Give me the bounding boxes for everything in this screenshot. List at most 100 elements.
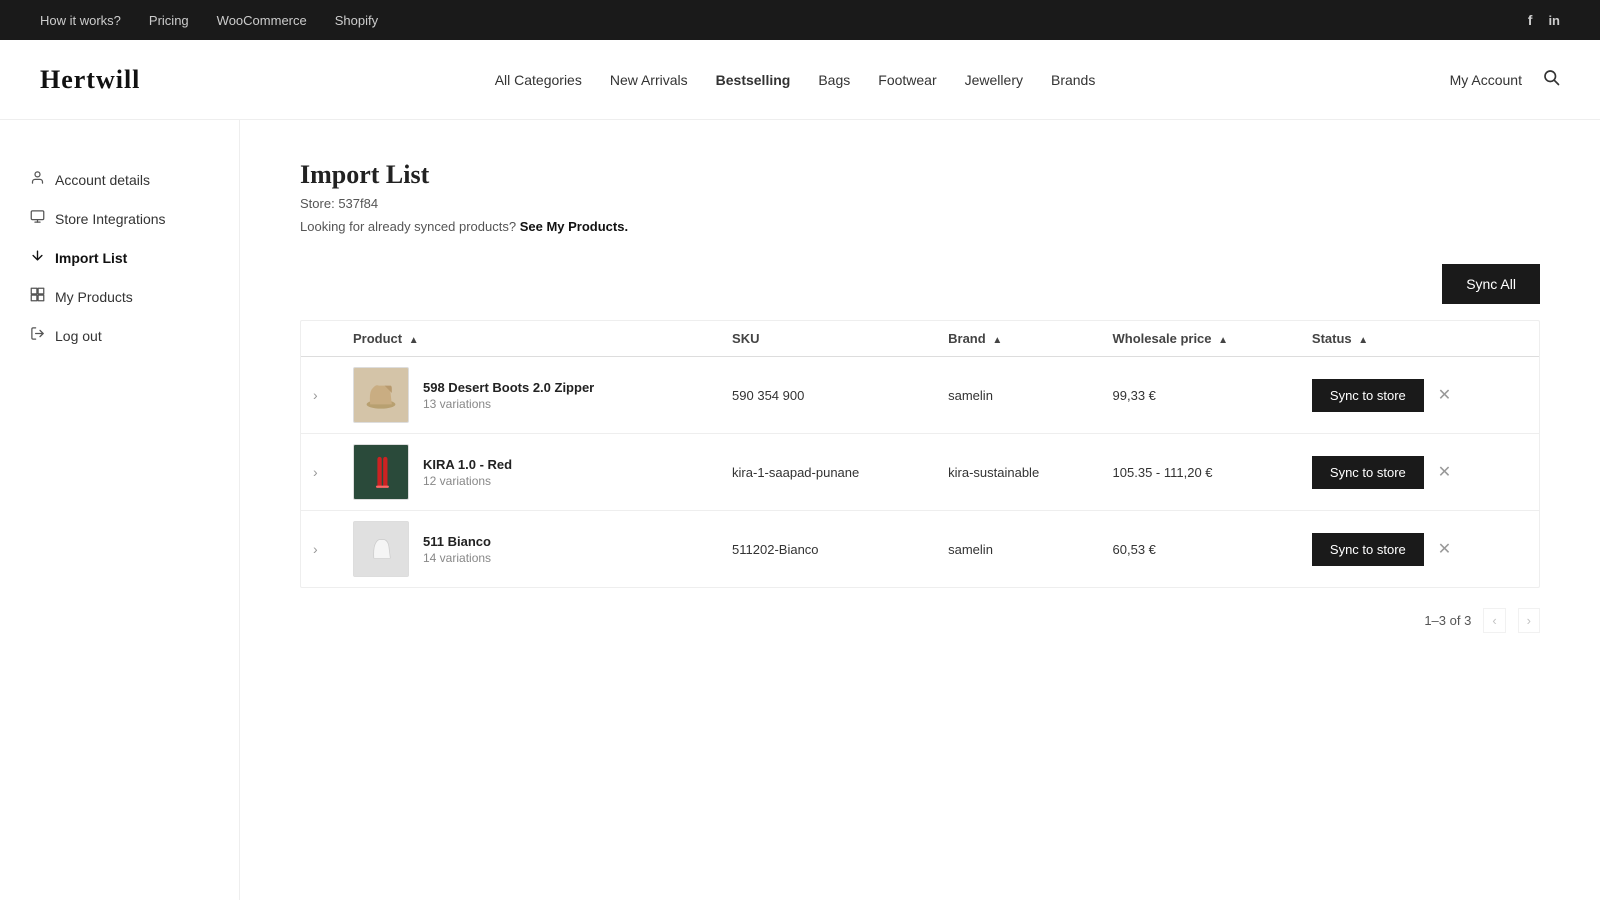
- store-info: Store: 537f84: [300, 196, 1540, 211]
- sync-to-store-button[interactable]: Sync to store: [1312, 456, 1424, 489]
- expand-icon[interactable]: ›: [313, 387, 326, 403]
- table-header: Product ▲ SKU Brand ▲ Wholesale price: [301, 321, 1539, 357]
- pagination-next[interactable]: ›: [1518, 608, 1540, 633]
- topbar-link-how[interactable]: How it works?: [40, 13, 121, 28]
- row-product-cell: KIRA 1.0 - Red 12 variations: [341, 434, 720, 511]
- product-table-wrapper: Product ▲ SKU Brand ▲ Wholesale price: [300, 320, 1540, 588]
- row-sku-cell: 590 354 900: [720, 357, 936, 434]
- col-sku: SKU: [720, 321, 936, 357]
- row-actions-cell: Sync to store ✕: [1300, 434, 1539, 511]
- import-icon: [30, 248, 45, 267]
- remove-row-button[interactable]: ✕: [1434, 462, 1455, 482]
- top-actions: Sync All: [300, 264, 1540, 304]
- topbar-links: How it works? Pricing WooCommerce Shopif…: [40, 13, 378, 28]
- nav-bestselling[interactable]: Bestselling: [716, 72, 791, 88]
- pagination-prev[interactable]: ‹: [1483, 608, 1505, 633]
- row-product-cell: 598 Desert Boots 2.0 Zipper 13 variation…: [341, 357, 720, 434]
- sidebar-label-import: Import List: [55, 250, 127, 266]
- sort-product-icon: ▲: [409, 335, 419, 346]
- product-info: 598 Desert Boots 2.0 Zipper 13 variation…: [423, 380, 594, 411]
- sidebar-item-account[interactable]: Account details: [30, 160, 209, 199]
- expand-icon[interactable]: ›: [313, 541, 326, 557]
- row-sku-cell: kira-1-saapad-punane: [720, 434, 936, 511]
- page-title: Import List: [300, 160, 1540, 190]
- sidebar-item-import[interactable]: Import List: [30, 238, 209, 277]
- sort-brand-icon: ▲: [992, 335, 1002, 346]
- row-expand-cell: ›: [301, 434, 341, 511]
- table-row: › 511 Bianco 14 variations 511202-Bianco…: [301, 511, 1539, 588]
- product-name: 598 Desert Boots 2.0 Zipper: [423, 380, 594, 395]
- sidebar-item-integrations[interactable]: Store Integrations: [30, 199, 209, 238]
- facebook-icon[interactable]: f: [1528, 12, 1533, 28]
- product-table: Product ▲ SKU Brand ▲ Wholesale price: [301, 321, 1539, 587]
- product-variations: 14 variations: [423, 551, 491, 565]
- sync-to-store-button[interactable]: Sync to store: [1312, 533, 1424, 566]
- col-price[interactable]: Wholesale price ▲: [1101, 321, 1300, 357]
- nav-right: My Account: [1450, 68, 1560, 91]
- site-logo[interactable]: Hertwill: [40, 65, 140, 95]
- row-actions-cell: Sync to store ✕: [1300, 511, 1539, 588]
- product-info: KIRA 1.0 - Red 12 variations: [423, 457, 512, 488]
- logout-icon: [30, 326, 45, 345]
- col-expand: [301, 321, 341, 357]
- nav-footwear[interactable]: Footwear: [878, 72, 936, 88]
- col-status[interactable]: Status ▲: [1300, 321, 1539, 357]
- col-product[interactable]: Product ▲: [341, 321, 720, 357]
- expand-icon[interactable]: ›: [313, 464, 326, 480]
- sidebar: Account details Store Integrations Impor…: [0, 120, 240, 900]
- row-brand-cell: kira-sustainable: [936, 434, 1100, 511]
- remove-row-button[interactable]: ✕: [1434, 539, 1455, 559]
- linkedin-icon[interactable]: in: [1548, 13, 1560, 28]
- account-icon: [30, 170, 45, 189]
- integrations-icon: [30, 209, 45, 228]
- row-brand-cell: samelin: [936, 357, 1100, 434]
- nav-brands[interactable]: Brands: [1051, 72, 1095, 88]
- row-sku-cell: 511202-Bianco: [720, 511, 936, 588]
- row-price-cell: 60,53 €: [1101, 511, 1300, 588]
- nav-all-categories[interactable]: All Categories: [495, 72, 582, 88]
- pagination-label: 1–3 of 3: [1424, 613, 1471, 628]
- topbar-link-woo[interactable]: WooCommerce: [217, 13, 307, 28]
- topbar-link-pricing[interactable]: Pricing: [149, 13, 189, 28]
- row-expand-cell: ›: [301, 357, 341, 434]
- product-variations: 12 variations: [423, 474, 512, 488]
- topbar-link-shopify[interactable]: Shopify: [335, 13, 378, 28]
- sidebar-label-logout: Log out: [55, 328, 102, 344]
- nav-jewellery[interactable]: Jewellery: [965, 72, 1023, 88]
- row-brand-cell: samelin: [936, 511, 1100, 588]
- nav-bags[interactable]: Bags: [818, 72, 850, 88]
- remove-row-button[interactable]: ✕: [1434, 385, 1455, 405]
- topbar: How it works? Pricing WooCommerce Shopif…: [0, 0, 1600, 40]
- product-name: KIRA 1.0 - Red: [423, 457, 512, 472]
- sidebar-item-logout[interactable]: Log out: [30, 316, 209, 355]
- my-account-link[interactable]: My Account: [1450, 72, 1522, 88]
- pagination: 1–3 of 3 ‹ ›: [300, 608, 1540, 633]
- sidebar-label-account: Account details: [55, 172, 150, 188]
- row-price-cell: 99,33 €: [1101, 357, 1300, 434]
- search-button[interactable]: [1542, 68, 1560, 91]
- sync-to-store-button[interactable]: Sync to store: [1312, 379, 1424, 412]
- product-info: 511 Bianco 14 variations: [423, 534, 491, 565]
- row-actions-cell: Sync to store ✕: [1300, 357, 1539, 434]
- products-icon: [30, 287, 45, 306]
- table-row: › 598 Desert Boots 2.0 Zipper 13 variati…: [301, 357, 1539, 434]
- sync-notice: Looking for already synced products? See…: [300, 219, 1540, 234]
- page-layout: Account details Store Integrations Impor…: [0, 120, 1600, 900]
- sync-all-button[interactable]: Sync All: [1442, 264, 1540, 304]
- main-content: Import List Store: 537f84 Looking for al…: [240, 120, 1600, 900]
- row-price-cell: 105.35 - 111,20 €: [1101, 434, 1300, 511]
- sort-price-icon: ▲: [1218, 335, 1228, 346]
- table-row: › KIRA 1.0 - Red 12 variations kira-1-sa…: [301, 434, 1539, 511]
- table-body: › 598 Desert Boots 2.0 Zipper 13 variati…: [301, 357, 1539, 588]
- sort-status-icon: ▲: [1358, 335, 1368, 346]
- sidebar-item-products[interactable]: My Products: [30, 277, 209, 316]
- nav-links: All Categories New Arrivals Bestselling …: [495, 72, 1096, 88]
- row-product-cell: 511 Bianco 14 variations: [341, 511, 720, 588]
- see-my-products-link[interactable]: See My Products.: [520, 219, 628, 234]
- topbar-social: f in: [1528, 12, 1560, 28]
- nav-new-arrivals[interactable]: New Arrivals: [610, 72, 688, 88]
- product-name: 511 Bianco: [423, 534, 491, 549]
- product-variations: 13 variations: [423, 397, 594, 411]
- col-brand[interactable]: Brand ▲: [936, 321, 1100, 357]
- row-expand-cell: ›: [301, 511, 341, 588]
